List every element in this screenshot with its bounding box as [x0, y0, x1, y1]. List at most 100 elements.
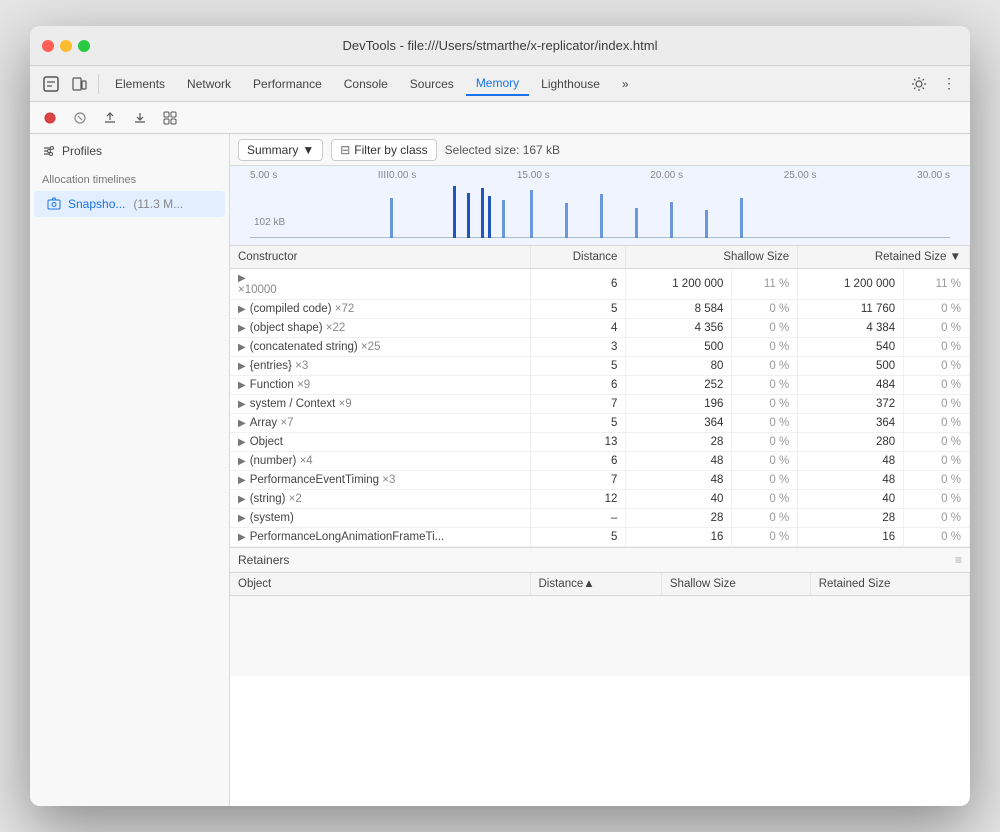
th-shallow-size[interactable]: Shallow Size: [626, 246, 798, 269]
timeline-labels: 5.00 s IIII0.00 s 15.00 s 20.00 s 25.00 …: [230, 166, 970, 183]
table-header-row: Constructor Distance Shallow Size Retain…: [230, 246, 970, 269]
stop-icon[interactable]: [68, 106, 92, 130]
cell-distance: 5: [530, 414, 626, 433]
cell-distance: 13: [530, 433, 626, 452]
table-row[interactable]: ▶(system) – 28 0 % 28 0 %: [230, 509, 970, 528]
download-icon[interactable]: [128, 106, 152, 130]
maximize-button[interactable]: [78, 40, 90, 52]
selected-size-label: Selected size: 167 kB: [445, 143, 560, 157]
timeline-bar: [481, 188, 484, 238]
cell-retained-pct: 0 %: [904, 357, 970, 376]
cell-retained-size: 500: [798, 357, 904, 376]
table-row[interactable]: ▶Array ×7 5 364 0 % 364 0 %: [230, 414, 970, 433]
timeline-label-4: 25.00 s: [784, 170, 817, 181]
snapshot-icon: [46, 196, 62, 212]
table-row[interactable]: ▶Function ×9 6 252 0 % 484 0 %: [230, 376, 970, 395]
device-icon[interactable]: [66, 71, 92, 97]
table-container[interactable]: Constructor Distance Shallow Size Retain…: [230, 246, 970, 806]
retainers-menu-icon: ≡: [955, 553, 962, 567]
cell-shallow-pct: 0 %: [732, 490, 798, 509]
table-row[interactable]: ▶system / Context ×9 7 196 0 % 372 0 %: [230, 395, 970, 414]
inspect-icon[interactable]: [38, 71, 64, 97]
cell-shallow-pct: 0 %: [732, 414, 798, 433]
cell-shallow-pct: 0 %: [732, 433, 798, 452]
record-icon[interactable]: [38, 106, 62, 130]
cell-retained-size: 4 384: [798, 319, 904, 338]
filter-button[interactable]: ⊟ Filter by class: [331, 139, 436, 161]
th-constructor[interactable]: Constructor: [230, 246, 530, 269]
content-area: Profiles Allocation timelines Snapsho...…: [30, 134, 970, 806]
th-distance[interactable]: Distance: [530, 246, 626, 269]
th-ret-object[interactable]: Object: [230, 573, 530, 596]
timeline-chart[interactable]: 102 kB: [250, 183, 950, 238]
timeline-label-1: IIII0.00 s: [378, 170, 416, 181]
cell-distance: 5: [530, 357, 626, 376]
th-ret-shallow[interactable]: Shallow Size: [661, 573, 810, 596]
cell-shallow-pct: 0 %: [732, 338, 798, 357]
cell-constructor: ▶(system): [230, 509, 530, 528]
snapshot-item[interactable]: Snapsho... (11.3 M...: [34, 191, 225, 217]
th-retained-size[interactable]: Retained Size ▼: [798, 246, 970, 269]
settings-icon[interactable]: [906, 71, 932, 97]
cell-shallow-pct: 0 %: [732, 528, 798, 547]
cell-retained-size: 40: [798, 490, 904, 509]
cell-retained-size: 16: [798, 528, 904, 547]
cell-retained-pct: 0 %: [904, 471, 970, 490]
grid-icon[interactable]: [158, 106, 182, 130]
toolbar-separator: [98, 74, 99, 94]
cell-constructor: ▶PerformanceLongAnimationFrameTi...: [230, 528, 530, 547]
tab-network[interactable]: Network: [177, 73, 241, 95]
cell-shallow-pct: 0 %: [732, 471, 798, 490]
cell-constructor: ▶(concatenated string) ×25: [230, 338, 530, 357]
cell-constructor: ▶(string) ×2: [230, 490, 530, 509]
tab-lighthouse[interactable]: Lighthouse: [531, 73, 610, 95]
more-icon[interactable]: ⋮: [936, 71, 962, 97]
table-row[interactable]: ▶(string) ×2 12 40 0 % 40 0 %: [230, 490, 970, 509]
cell-shallow-size: 500: [626, 338, 732, 357]
cell-retained-pct: 0 %: [904, 338, 970, 357]
cell-distance: 12: [530, 490, 626, 509]
timeline-bar: [565, 203, 568, 238]
cell-shallow-size: 8 584: [626, 300, 732, 319]
cell-retained-size: 364: [798, 414, 904, 433]
th-ret-retained[interactable]: Retained Size: [810, 573, 969, 596]
cell-distance: 6: [530, 269, 626, 300]
table-row[interactable]: ▶(number) ×4 6 48 0 % 48 0 %: [230, 452, 970, 471]
table-row[interactable]: ▶Object 13 28 0 % 280 0 %: [230, 433, 970, 452]
retainers-header: Retainers ≡: [230, 548, 970, 573]
table-row[interactable]: ▶PerformanceLongAnimationFrameTi... 5 16…: [230, 528, 970, 547]
table-row[interactable]: ▶ ×10000 6 1 200 000 11 % 1 200 000 11 %: [230, 269, 970, 300]
timeline-label-5: 30.00 s: [917, 170, 950, 181]
tab-performance[interactable]: Performance: [243, 73, 332, 95]
cell-retained-pct: 0 %: [904, 319, 970, 338]
cell-retained-pct: 0 %: [904, 490, 970, 509]
summary-button[interactable]: Summary ▼: [238, 139, 323, 161]
cell-distance: 4: [530, 319, 626, 338]
timeline-bar: [740, 198, 743, 238]
tab-console[interactable]: Console: [334, 73, 398, 95]
cell-shallow-size: 40: [626, 490, 732, 509]
minimize-button[interactable]: [60, 40, 72, 52]
tab-elements[interactable]: Elements: [105, 73, 175, 95]
cell-shallow-pct: 0 %: [732, 395, 798, 414]
cell-constructor: ▶{entries} ×3: [230, 357, 530, 376]
tab-more[interactable]: »: [612, 73, 639, 95]
tab-memory[interactable]: Memory: [466, 72, 529, 96]
allocation-label: Allocation timelines: [30, 168, 229, 190]
tab-sources[interactable]: Sources: [400, 73, 464, 95]
nav-toolbar: Elements Network Performance Console Sou…: [30, 66, 970, 102]
table-row[interactable]: ▶PerformanceEventTiming ×3 7 48 0 % 48 0…: [230, 471, 970, 490]
cell-constructor: ▶PerformanceEventTiming ×3: [230, 471, 530, 490]
close-button[interactable]: [42, 40, 54, 52]
upload-icon[interactable]: [98, 106, 122, 130]
table-row[interactable]: ▶(object shape) ×22 4 4 356 0 % 4 384 0 …: [230, 319, 970, 338]
cell-distance: 7: [530, 471, 626, 490]
cell-shallow-size: 252: [626, 376, 732, 395]
table-row[interactable]: ▶{entries} ×3 5 80 0 % 500 0 %: [230, 357, 970, 376]
cell-shallow-size: 80: [626, 357, 732, 376]
toolbar-right: ⋮: [906, 71, 962, 97]
table-row[interactable]: ▶(concatenated string) ×25 3 500 0 % 540…: [230, 338, 970, 357]
cell-constructor: ▶Object: [230, 433, 530, 452]
th-ret-distance[interactable]: Distance▲: [530, 573, 661, 596]
table-row[interactable]: ▶(compiled code) ×72 5 8 584 0 % 11 760 …: [230, 300, 970, 319]
